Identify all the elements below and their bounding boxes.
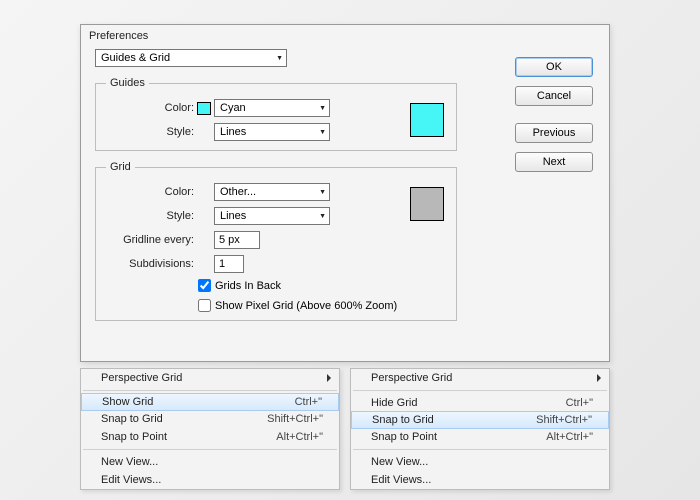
guides-style-value: Lines	[220, 126, 246, 138]
pixel-grid-label: Show Pixel Grid (Above 600% Zoom)	[215, 300, 397, 312]
guides-color-value: Cyan	[220, 102, 246, 114]
menu-item-edit-views[interactable]: Edit Views...	[351, 471, 609, 489]
next-button[interactable]: Next	[515, 152, 593, 172]
shortcut-label: Shift+Ctrl+"	[536, 414, 592, 426]
guides-color-label: Color:	[106, 102, 194, 114]
grid-color-select[interactable]: Other... ▼	[214, 183, 330, 201]
menu-item-snap-to-point[interactable]: Snap to Point Alt+Ctrl+"	[81, 428, 339, 446]
grid-group: Grid Color: Other... ▼ Style: Lines ▼ Gr…	[95, 161, 457, 321]
grid-color-label: Color:	[106, 186, 194, 198]
shortcut-label: Ctrl+"	[295, 396, 322, 408]
grids-in-back-input[interactable]	[198, 279, 211, 292]
guides-color-select[interactable]: Cyan ▼	[214, 99, 330, 117]
menu-separator	[353, 390, 607, 391]
chevron-down-icon: ▼	[319, 105, 326, 112]
menu-item-snap-to-grid[interactable]: Snap to Grid Shift+Ctrl+"	[81, 410, 339, 428]
ok-button[interactable]: OK	[515, 57, 593, 77]
guides-group: Guides Color: Cyan ▼ Style: Lines ▼	[95, 77, 457, 151]
grid-style-select[interactable]: Lines ▼	[214, 207, 330, 225]
cancel-button[interactable]: Cancel	[515, 86, 593, 106]
menu-item-snap-to-point[interactable]: Snap to Point Alt+Ctrl+"	[351, 428, 609, 446]
subdivisions-label: Subdivisions:	[106, 258, 194, 270]
category-value: Guides & Grid	[101, 52, 170, 64]
view-menu-right: Perspective Grid Hide Grid Ctrl+" Snap t…	[350, 368, 610, 490]
window-title: Preferences	[81, 25, 609, 47]
shortcut-label: Alt+Ctrl+"	[546, 431, 593, 443]
chevron-down-icon: ▼	[319, 129, 326, 136]
gridline-every-input[interactable]: 5 px	[214, 231, 260, 249]
guides-legend: Guides	[106, 77, 149, 89]
shortcut-label: Alt+Ctrl+"	[276, 431, 323, 443]
menu-separator	[353, 449, 607, 450]
gridline-every-label: Gridline every:	[106, 234, 194, 246]
grid-legend: Grid	[106, 161, 135, 173]
grid-style-value: Lines	[220, 210, 246, 222]
grid-color-value: Other...	[220, 186, 256, 198]
menu-item-snap-to-grid[interactable]: Snap to Grid Shift+Ctrl+"	[351, 411, 609, 429]
menu-item-perspective-grid[interactable]: Perspective Grid	[81, 369, 339, 387]
pixel-grid-input[interactable]	[198, 299, 211, 312]
view-menu-left: Perspective Grid Show Grid Ctrl+" Snap t…	[80, 368, 340, 490]
guides-style-select[interactable]: Lines ▼	[214, 123, 330, 141]
menu-item-edit-views[interactable]: Edit Views...	[81, 471, 339, 489]
grid-style-label: Style:	[106, 210, 194, 222]
subdivisions-input[interactable]: 1	[214, 255, 244, 273]
chevron-down-icon: ▼	[319, 213, 326, 220]
guides-color-swatch	[197, 102, 211, 115]
category-select[interactable]: Guides & Grid ▼	[95, 49, 287, 67]
menu-separator	[83, 449, 337, 450]
guides-style-label: Style:	[106, 126, 194, 138]
chevron-down-icon: ▼	[276, 55, 283, 62]
grids-in-back-checkbox[interactable]: Grids In Back	[198, 279, 281, 292]
pixel-grid-checkbox[interactable]: Show Pixel Grid (Above 600% Zoom)	[198, 299, 397, 312]
shortcut-label: Ctrl+"	[566, 397, 593, 409]
menu-item-new-view[interactable]: New View...	[81, 453, 339, 471]
menu-item-perspective-grid[interactable]: Perspective Grid	[351, 369, 609, 387]
guides-swatch[interactable]	[410, 103, 444, 137]
preferences-window: Preferences Guides & Grid ▼ Guides Color…	[80, 24, 610, 362]
previous-button[interactable]: Previous	[515, 123, 593, 143]
shortcut-label: Shift+Ctrl+"	[267, 413, 323, 425]
grids-in-back-label: Grids In Back	[215, 280, 281, 292]
chevron-down-icon: ▼	[319, 189, 326, 196]
grid-swatch[interactable]	[410, 187, 444, 221]
menu-item-show-grid[interactable]: Show Grid Ctrl+"	[81, 393, 339, 411]
menu-item-hide-grid[interactable]: Hide Grid Ctrl+"	[351, 394, 609, 412]
menu-item-new-view[interactable]: New View...	[351, 453, 609, 471]
menu-separator	[83, 390, 337, 391]
